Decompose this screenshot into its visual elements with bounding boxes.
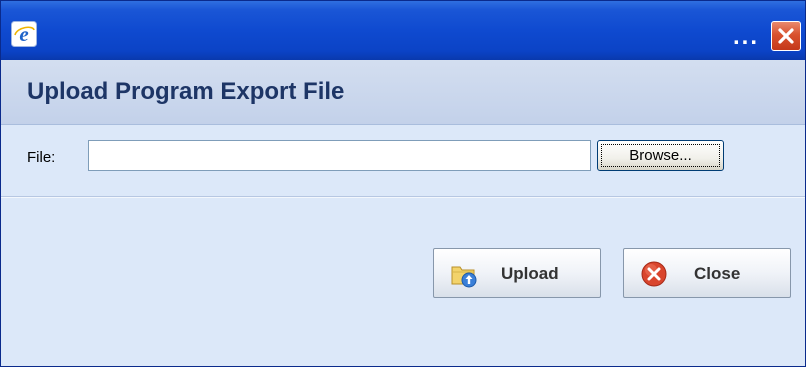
close-x-icon [778, 28, 794, 44]
upload-dialog-window: e ... Upload Program Export File File: B… [0, 0, 806, 367]
red-x-circle-icon [641, 261, 667, 287]
close-button[interactable]: Close [623, 248, 791, 298]
window-close-button[interactable] [771, 21, 801, 51]
browse-button-label: Browse... [601, 144, 720, 167]
upload-button-label: Upload [501, 264, 559, 283]
dialog-title: Upload Program Export File [27, 78, 345, 105]
internet-explorer-icon: e [11, 21, 37, 47]
browse-button[interactable]: Browse... [597, 140, 724, 171]
svg-text:e: e [19, 22, 28, 46]
file-path-input[interactable] [88, 140, 591, 171]
title-bar[interactable]: e ... [1, 1, 805, 60]
file-label: File: [27, 149, 56, 166]
section-divider [1, 196, 805, 198]
folder-upload-icon [451, 266, 477, 288]
dialog-header: Upload Program Export File [1, 60, 805, 125]
close-button-label: Close [694, 264, 741, 283]
title-overflow-dots: ... [732, 23, 759, 50]
upload-button[interactable]: Upload [433, 248, 601, 298]
